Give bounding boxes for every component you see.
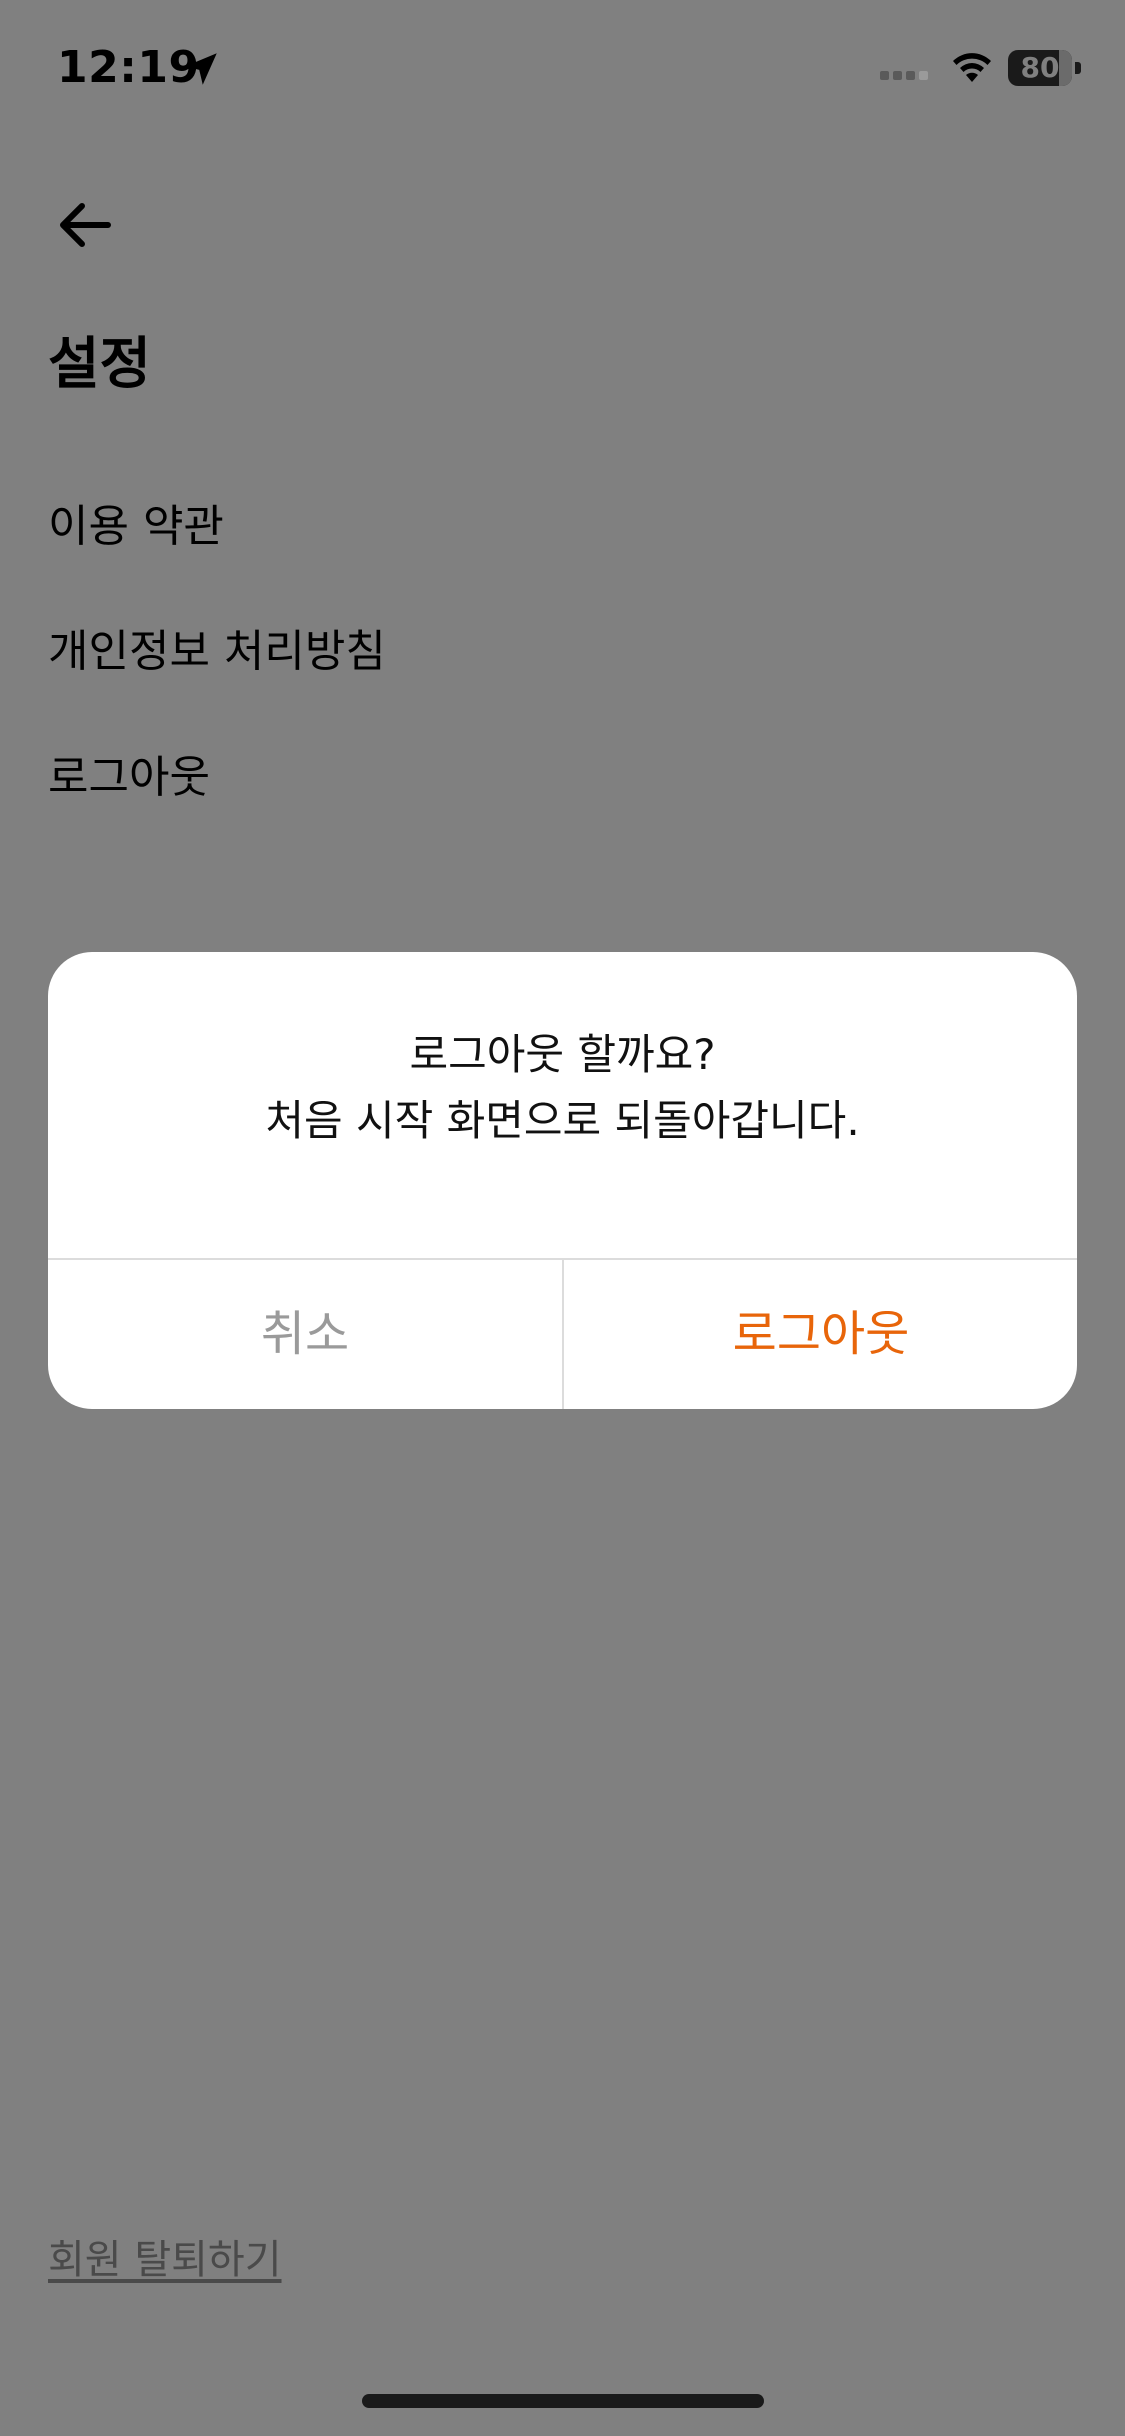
logout-confirm-button[interactable]: 로그아웃 [564, 1260, 1077, 1409]
logout-confirm-dialog: 로그아웃 할까요? 처음 시작 화면으로 되돌아갑니다. 취소 로그아웃 [48, 952, 1077, 1409]
dialog-title: 로그아웃 할까요? [409, 1030, 716, 1079]
menu-item-terms[interactable]: 이용 약관 [48, 497, 224, 557]
cellular-signal-icon [880, 66, 934, 80]
withdraw-membership-link[interactable]: 회원 탈퇴하기 [48, 2232, 282, 2288]
dialog-message: 처음 시작 화면으로 되돌아갑니다. [265, 1096, 860, 1145]
menu-item-logout[interactable]: 로그아웃 [48, 748, 210, 808]
wifi-icon [953, 53, 991, 82]
location-arrow-icon [185, 53, 217, 85]
page-title: 설정 [48, 332, 152, 397]
menu-item-privacy-policy[interactable]: 개인정보 처리방침 [48, 622, 386, 682]
cancel-button[interactable]: 취소 [48, 1260, 562, 1409]
battery-icon: 80 [1008, 50, 1081, 88]
status-time: 12:19 [57, 42, 200, 93]
battery-level-text: 80 [1020, 51, 1060, 84]
arrow-left-icon[interactable] [50, 190, 120, 260]
home-indicator [362, 2394, 764, 2408]
